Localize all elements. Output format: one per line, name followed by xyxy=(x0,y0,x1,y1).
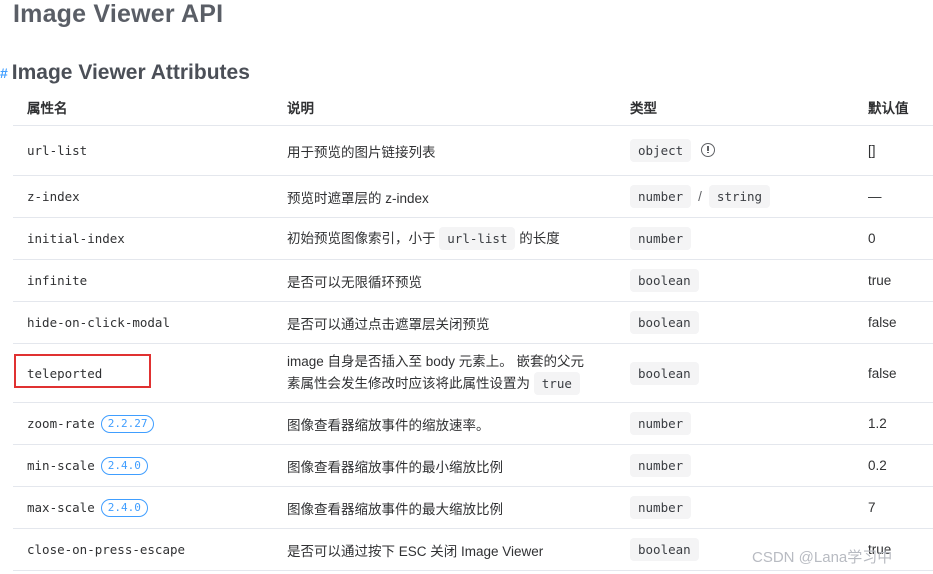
table-row: teleported image 自身是否插入至 body 元素上。 嵌套的父元… xyxy=(13,343,933,403)
type-tag: number xyxy=(630,185,692,208)
attr-name-cell: zoom-rate 2.2.27 xyxy=(13,402,273,445)
type-tag: string xyxy=(708,185,771,208)
attr-name-cell: hide-on-click-modal xyxy=(13,301,273,344)
default-cell: 0.2 xyxy=(854,444,933,487)
header-description: 说明 xyxy=(273,88,616,126)
attr-name: max-scale xyxy=(27,499,95,515)
attr-name: infinite xyxy=(27,273,88,288)
attr-name-cell: max-scale 2.4.0 xyxy=(13,486,273,529)
default-cell: false xyxy=(854,343,933,403)
type-tag: object xyxy=(630,139,692,162)
desc-cell: 是否可以通过点击遮罩层关闭预览 xyxy=(273,301,616,344)
type-cell: number / string xyxy=(616,175,854,218)
version-badge: 2.4.0 xyxy=(100,498,148,517)
table-row: infinite 是否可以无限循环预览 boolean true xyxy=(13,259,933,302)
type-tag: boolean xyxy=(630,269,699,292)
desc-cell: 图像查看器缩放事件的最大缩放比例 xyxy=(273,486,616,529)
desc-cell: 预览时遮罩层的 z-index xyxy=(273,175,616,218)
attr-name: url-list xyxy=(27,143,88,158)
attr-name-cell: infinite xyxy=(13,259,273,302)
desc-cell: 图像查看器缩放事件的最小缩放比例 xyxy=(273,444,616,487)
type-cell: boolean xyxy=(616,259,854,302)
type-cell: object xyxy=(616,125,854,176)
table-row: zoom-rate 2.2.27 图像查看器缩放事件的缩放速率。 number 1… xyxy=(13,402,933,445)
default-cell: — xyxy=(854,175,933,218)
attr-name-cell: min-scale 2.4.0 xyxy=(13,444,273,487)
desc-cell: 是否可以无限循环预览 xyxy=(273,259,616,302)
version-badge: 2.4.0 xyxy=(100,456,148,475)
type-tag: number xyxy=(630,227,692,250)
table-row: initial-index 初始预览图像索引，小于 url-list 的长度 n… xyxy=(13,217,933,260)
desc-text: 初始预览图像索引，小于 xyxy=(287,231,436,246)
anchor-link[interactable]: # xyxy=(0,65,8,81)
table-header-row: 属性名 说明 类型 默认值 xyxy=(13,88,933,126)
attr-name: zoom-rate xyxy=(27,415,95,431)
attr-name: z-index xyxy=(27,189,80,204)
default-cell: 1.2 xyxy=(854,402,933,445)
type-tag: boolean xyxy=(630,361,699,385)
attr-name-cell: close-on-press-escape xyxy=(13,528,273,571)
desc-code: true xyxy=(533,372,580,395)
type-tag: boolean xyxy=(630,311,699,334)
header-attribute-name: 属性名 xyxy=(13,88,273,126)
highlight-box xyxy=(14,354,151,388)
attr-name: hide-on-click-modal xyxy=(27,315,170,330)
header-default: 默认值 xyxy=(854,88,933,126)
attr-name: min-scale xyxy=(27,457,95,473)
default-cell: 7 xyxy=(854,486,933,529)
default-cell: [] xyxy=(854,125,933,176)
table-row: hide-on-click-modal 是否可以通过点击遮罩层关闭预览 bool… xyxy=(13,301,933,344)
page-title: Image Viewer API xyxy=(13,0,224,28)
table-row: url-list 用于预览的图片链接列表 object [] xyxy=(13,125,933,176)
table-row: max-scale 2.4.0 图像查看器缩放事件的最大缩放比例 number 7 xyxy=(13,486,933,529)
type-tag: number xyxy=(630,412,692,435)
attr-name-cell: url-list xyxy=(13,125,273,176)
version-badge: 2.2.27 xyxy=(100,414,155,433)
default-cell: 0 xyxy=(854,217,933,260)
type-cell: number xyxy=(616,486,854,529)
desc-cell: 图像查看器缩放事件的缩放速率。 xyxy=(273,402,616,445)
desc-text: 的长度 xyxy=(519,231,560,246)
desc-cell: 是否可以通过按下 ESC 关闭 Image Viewer xyxy=(273,528,616,571)
header-type: 类型 xyxy=(616,88,854,126)
section-title-text: Image Viewer Attributes xyxy=(11,61,250,84)
type-cell: number xyxy=(616,217,854,260)
attributes-table: 属性名 说明 类型 默认值 url-list 用于预览的图片链接列表 objec… xyxy=(13,88,933,571)
desc-cell: image 自身是否插入至 body 元素上。 嵌套的父元 素属性会发生修改时应该… xyxy=(273,343,616,403)
attr-name: initial-index xyxy=(27,231,125,246)
desc-text: image 自身是否插入至 body 元素上。 嵌套的父元 xyxy=(287,354,585,369)
default-cell: true xyxy=(854,259,933,302)
desc-code: url-list xyxy=(439,227,516,250)
attr-name: close-on-press-escape xyxy=(27,542,186,557)
type-cell: boolean xyxy=(616,343,854,403)
watermark: CSDN @Lana学习中 xyxy=(752,549,893,566)
table-row: min-scale 2.4.0 图像查看器缩放事件的最小缩放比例 number 0… xyxy=(13,444,933,487)
type-tag: number xyxy=(630,454,692,477)
attr-name-cell: z-index xyxy=(13,175,273,218)
type-cell: number xyxy=(616,402,854,445)
type-cell: number xyxy=(616,444,854,487)
type-tag: boolean xyxy=(630,538,699,561)
attr-name-cell: initial-index xyxy=(13,217,273,260)
info-icon[interactable] xyxy=(701,143,716,157)
type-separator: / xyxy=(698,189,702,204)
desc-cell: 用于预览的图片链接列表 xyxy=(273,125,616,176)
section-title: # Image Viewer Attributes xyxy=(0,61,250,85)
type-cell: boolean xyxy=(616,301,854,344)
table-row: z-index 预览时遮罩层的 z-index number / string — xyxy=(13,175,933,218)
desc-text: 素属性会发生修改时应该将此属性设置为 xyxy=(287,376,530,391)
type-tag: number xyxy=(630,496,692,519)
default-cell: false xyxy=(854,301,933,344)
desc-cell: 初始预览图像索引，小于 url-list 的长度 xyxy=(273,217,616,260)
